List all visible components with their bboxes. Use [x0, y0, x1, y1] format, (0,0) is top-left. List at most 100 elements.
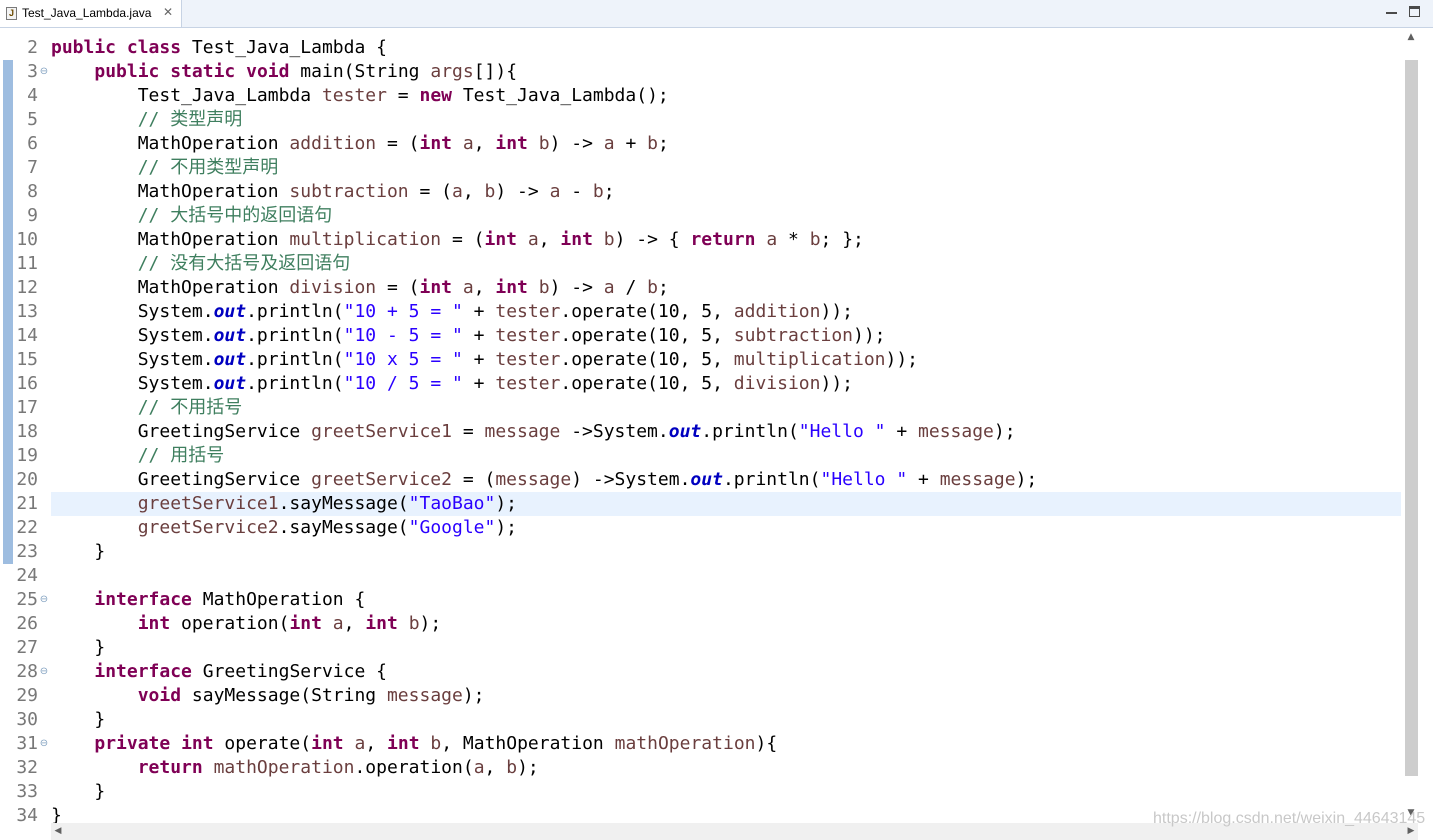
keyword: static	[170, 61, 236, 82]
code-line[interactable]: private int operate(int a, int b, MathOp…	[51, 732, 777, 756]
variable: a	[603, 277, 615, 298]
code-line[interactable]: return mathOperation.operation(a, b);	[51, 756, 539, 780]
keyword: int	[365, 613, 398, 634]
fold-toggle-icon[interactable]: ⊖	[39, 588, 49, 612]
code-text: ){	[755, 733, 778, 754]
variable: greetService1	[137, 493, 279, 514]
vertical-scroll-thumb[interactable]	[1405, 60, 1418, 776]
code-line[interactable]: }	[51, 804, 62, 824]
line-number: 5	[27, 109, 38, 130]
code-line[interactable]: // 不用类型声明	[51, 156, 279, 180]
code-line[interactable]: System.out.println("10 / 5 = " + tester.…	[51, 372, 853, 396]
code-text: = (	[451, 469, 496, 490]
code-text: ->System.	[560, 421, 669, 442]
code-line[interactable]: // 不用括号	[51, 396, 243, 420]
close-icon[interactable]: ✕	[163, 5, 173, 19]
variable: a	[332, 613, 344, 634]
code-text: ,	[473, 277, 496, 298]
code-line[interactable]: }	[51, 540, 105, 564]
code-line[interactable]: greetService1.sayMessage("TaoBao");	[51, 492, 517, 516]
code-line[interactable]: interface MathOperation {	[51, 588, 365, 612]
code-line[interactable]: GreetingService greetService1 = message …	[51, 420, 1016, 444]
code-line[interactable]: GreetingService greetService2 = (message…	[51, 468, 1038, 492]
code-line[interactable]: }	[51, 780, 105, 804]
code-text: []){	[473, 61, 518, 82]
line-number: 29	[16, 685, 38, 706]
code-line[interactable]: // 类型声明	[51, 108, 243, 132]
code-line[interactable]: MathOperation multiplication = (int a, i…	[51, 228, 864, 252]
code-line[interactable]: System.out.println("10 - 5 = " + tester.…	[51, 324, 886, 348]
comment: // 用括号	[137, 445, 225, 466]
code-text: = (	[376, 277, 420, 298]
line-number: 18	[16, 421, 38, 442]
code-line[interactable]: }	[51, 636, 105, 660]
code-line[interactable]: // 大括号中的返回语句	[51, 204, 333, 228]
code-line[interactable]: public static void main(String args[]){	[51, 60, 517, 84]
code-text: System.	[51, 373, 214, 394]
line-number: 16	[16, 373, 38, 394]
maximize-icon[interactable]	[1409, 6, 1420, 17]
code-text: *	[777, 229, 810, 250]
line-number: 34	[16, 805, 38, 824]
code-line[interactable]: // 用括号	[51, 444, 225, 468]
code-line[interactable]: }	[51, 708, 105, 732]
keyword: public	[51, 37, 117, 58]
variable: greetService2	[137, 517, 279, 538]
keyword: int	[311, 733, 344, 754]
code-text: Test_Java_Lambda {	[181, 37, 387, 58]
code-text: ));	[820, 373, 853, 394]
code-line[interactable]: MathOperation division = (int a, int b) …	[51, 276, 669, 300]
line-number: 14	[16, 325, 38, 346]
minimize-icon[interactable]	[1386, 6, 1397, 14]
variable: message	[484, 421, 561, 442]
code-line[interactable]: MathOperation addition = (int a, int b) …	[51, 132, 669, 156]
string-literal: "10 / 5 = "	[343, 373, 463, 394]
variable: b	[647, 133, 658, 154]
tab-test-java-lambda[interactable]: J Test_Java_Lambda.java ✕	[0, 0, 182, 27]
fold-toggle-icon[interactable]: ⊖	[39, 732, 49, 756]
fold-toggle-icon[interactable]: ⊖	[39, 660, 49, 684]
code-line[interactable]: public class Test_Java_Lambda {	[51, 36, 387, 60]
variable: a	[766, 229, 778, 250]
code-text: .sayMessage(	[278, 517, 409, 538]
code-text: -	[560, 181, 593, 202]
line-number: 21	[16, 493, 38, 514]
code-line[interactable]: Test_Java_Lambda tester = new Test_Java_…	[51, 84, 669, 108]
code-text: .println(	[722, 469, 821, 490]
line-number: 17	[16, 397, 38, 418]
vertical-scrollbar[interactable]: ▲ ▼	[1404, 28, 1418, 824]
code-line[interactable]: System.out.println("10 x 5 = " + tester.…	[51, 348, 918, 372]
line-number: 33	[16, 781, 38, 802]
code-editor[interactable]: 2 3 ⊖ 4 5 6 7 8 9 10 11 12 13 14 15 16 17 18 19 20 21 22 23 24 2…	[0, 28, 1404, 824]
code-text: ) ->System.	[571, 469, 691, 490]
line-number: 3	[27, 61, 38, 82]
code-text: }	[51, 637, 106, 658]
code-line[interactable]: // 没有大括号及返回语句	[51, 252, 351, 276]
fold-toggle-icon[interactable]: ⊖	[39, 60, 49, 84]
variable: multiplication	[733, 349, 886, 370]
line-number: 19	[16, 445, 38, 466]
code-text: sayMessage(String	[181, 685, 387, 706]
code-line[interactable]: interface GreetingService {	[51, 660, 387, 684]
tab-title: Test_Java_Lambda.java	[22, 6, 152, 20]
code-line[interactable]: greetService2.sayMessage("Google");	[51, 516, 517, 540]
scroll-left-icon[interactable]: ◀	[51, 824, 65, 838]
code-line[interactable]: MathOperation subtraction = (a, b) -> a …	[51, 180, 615, 204]
code-text: = (	[441, 229, 485, 250]
code-text: .operate(10, 5,	[560, 301, 734, 322]
code-text: .operation(	[354, 757, 474, 778]
code-line[interactable]: int operation(int a, int b);	[51, 612, 442, 636]
line-number: 12	[16, 277, 38, 298]
line-number: 25	[16, 589, 38, 610]
code-text: = (	[408, 181, 452, 202]
code-text: +	[462, 325, 496, 346]
line-number-gutter: 2 3 ⊖ 4 5 6 7 8 9 10 11 12 13 14 15 16 17 18 19 20 21 22 23 24 2…	[0, 28, 48, 824]
code-line[interactable]: System.out.println("10 + 5 = " + tester.…	[51, 300, 853, 324]
line-number: 4	[27, 85, 38, 106]
code-text: +	[462, 349, 496, 370]
variable: division	[289, 277, 377, 298]
code-line[interactable]: void sayMessage(String message);	[51, 684, 485, 708]
scroll-up-icon[interactable]: ▲	[1404, 30, 1418, 44]
keyword: private	[94, 733, 171, 754]
